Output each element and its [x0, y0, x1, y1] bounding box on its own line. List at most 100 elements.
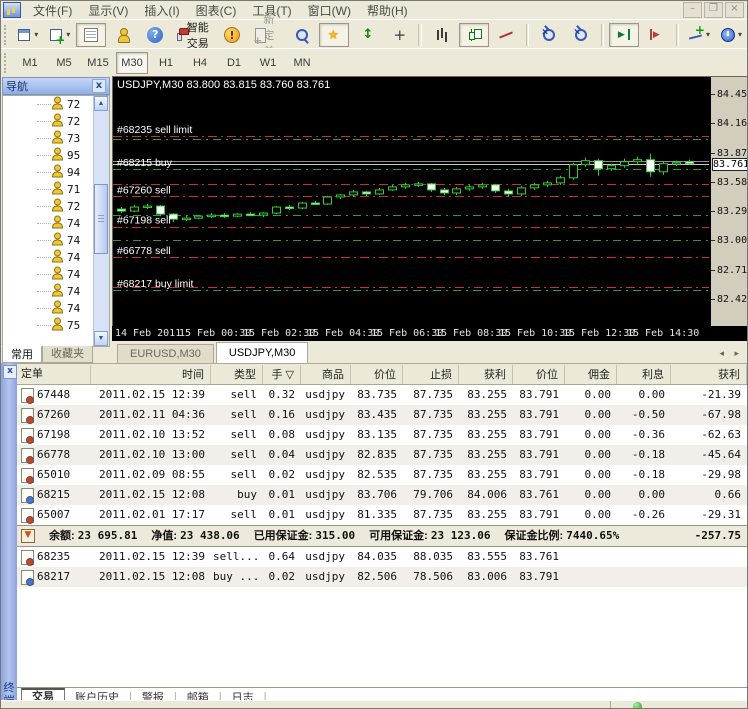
account-number: 75: [67, 319, 81, 332]
alert-button[interactable]: [217, 23, 247, 47]
tree-connector: [37, 290, 51, 293]
zoom-out-button[interactable]: [566, 23, 596, 47]
order-row-68235[interactable]: 68235 2011.02.15 12:39 sell... 0.64 usdjpy 84…: [17, 547, 747, 567]
candlestick-button[interactable]: [458, 22, 489, 47]
order-row-67260[interactable]: 67260 2011.02.11 04:36 sell 0.16 usdjpy 83.43…: [17, 405, 747, 425]
account-number: 74: [67, 285, 81, 298]
favorites-button[interactable]: [319, 22, 350, 47]
restore-button[interactable]: ❐: [704, 2, 723, 18]
timeframe-grip[interactable]: [4, 53, 10, 73]
menu-item-w[interactable]: 窗口(W): [300, 1, 359, 20]
column-header-7[interactable]: 获利: [459, 364, 513, 384]
timeframe-button-h4[interactable]: H4: [184, 52, 216, 74]
new-chart-button[interactable]: ▾: [12, 23, 42, 47]
zoom-in-button[interactable]: [534, 23, 564, 47]
column-header-0[interactable]: 定单: [17, 364, 91, 384]
market-watch-button[interactable]: [76, 22, 107, 47]
auto-trading-button[interactable]: [351, 23, 381, 47]
navigator-close-icon[interactable]: x: [92, 79, 106, 93]
column-header-1[interactable]: 时间: [91, 364, 211, 384]
order-row-66778[interactable]: 66778 2011.02.10 13:00 sell 0.04 usdjpy 82.83…: [17, 445, 747, 465]
order-row-68217[interactable]: 68217 2011.02.15 12:08 buy ... 0.02 usdjpy 82…: [17, 567, 747, 587]
line-chart-button[interactable]: [491, 23, 521, 47]
navigator-tab-common[interactable]: 常用: [2, 346, 42, 363]
column-header-8[interactable]: 价位: [513, 364, 565, 384]
column-header-9[interactable]: 佣金: [565, 364, 617, 384]
column-header-4[interactable]: 商品: [301, 364, 351, 384]
timeframe-button-m1[interactable]: M1: [14, 52, 46, 74]
time-axis[interactable]: 14 Feb 2011 15 Feb 00:30 15 Feb 02:30 15 Fe…: [112, 326, 747, 342]
crosshair-button[interactable]: [383, 23, 413, 47]
menu-item-f[interactable]: 文件(F): [25, 1, 80, 20]
cell-time: 2011.02.10 13:00: [99, 448, 205, 461]
time-axis-label: 15 Feb 04:30: [307, 328, 380, 339]
cell-sl: 79.706: [413, 488, 453, 501]
cell-lots: 0.08: [268, 428, 296, 441]
timeframe-button-d1[interactable]: D1: [218, 52, 250, 74]
timeframe-button-m15[interactable]: M15: [82, 52, 114, 74]
profiles-button[interactable]: ▾: [44, 23, 74, 47]
order-line-label: #66778 sell: [117, 245, 171, 257]
order-row-65007[interactable]: 65007 2011.02.01 17:17 sell 0.01 usdjpy 81.33…: [17, 505, 747, 525]
indicators-button[interactable]: ▾: [684, 23, 714, 47]
bar-chart-button[interactable]: [427, 23, 457, 47]
chart-shift-button[interactable]: [641, 23, 671, 47]
chevron-down-icon[interactable]: ▾: [706, 30, 710, 39]
toolbar-grip[interactable]: [4, 24, 8, 45]
periods-button[interactable]: ▾: [716, 23, 746, 47]
order-row-65010[interactable]: 65010 2011.02.09 08:55 sell 0.02 usdjpy 82.53…: [17, 465, 747, 485]
column-header-5[interactable]: 价位: [351, 364, 403, 384]
scroll-down-icon[interactable]: ▼: [94, 331, 108, 346]
order-row-67198[interactable]: 67198 2011.02.10 13:52 sell 0.08 usdjpy 83.13…: [17, 425, 747, 445]
expert-advisors-button[interactable]: 智能交易: [172, 22, 215, 50]
strategy-tester-button[interactable]: [287, 23, 317, 47]
account-person-icon: [51, 96, 64, 113]
close-button[interactable]: ×: [725, 2, 744, 18]
timeframe-button-m5[interactable]: M5: [48, 52, 80, 74]
order-row-67448[interactable]: 67448 2011.02.15 12:39 sell 0.32 usdjpy 83.73…: [17, 385, 747, 405]
account-person-icon: [51, 130, 64, 147]
sell-order-icon: [21, 407, 34, 424]
chart-tab-scroll-arrows[interactable]: ◂ ▸: [719, 348, 743, 359]
timeframe-button-mn[interactable]: MN: [286, 52, 318, 74]
minimize-button[interactable]: –: [683, 2, 702, 18]
timeframe-button-w1[interactable]: W1: [252, 52, 284, 74]
column-header-10[interactable]: 利息: [617, 364, 671, 384]
order-row-68215[interactable]: 68215 2011.02.15 12:08 buy 0.01 usdjpy 83.706…: [17, 485, 747, 505]
tree-connector: [37, 103, 51, 106]
chart-tab-strip: EURUSD,M30 USDJPY,M30 ◂ ▸: [111, 341, 747, 363]
auto-scroll-button[interactable]: [608, 22, 639, 47]
menu-item-i[interactable]: 插入(I): [136, 1, 187, 20]
navigator-scrollbar[interactable]: ▲ ▼: [93, 96, 109, 346]
bar-chart-icon: [434, 27, 450, 43]
navigator-button[interactable]: [140, 23, 170, 47]
menu-item-h[interactable]: 帮助(H): [359, 1, 416, 20]
price-axis[interactable]: 83.761 84.450 84.160 83.870 83.580 83.290 83.…: [711, 76, 747, 328]
column-header-2[interactable]: 类型: [211, 364, 263, 384]
navigator-tab-favorites[interactable]: 收藏夹: [42, 346, 93, 363]
data-window-button[interactable]: [108, 23, 138, 47]
column-header-11[interactable]: 获利: [671, 364, 747, 384]
chevron-down-icon[interactable]: ▾: [738, 30, 742, 39]
timeframe-button-m30[interactable]: M30: [116, 52, 148, 74]
chart-tab-eurusd-m30[interactable]: EURUSD,M30: [117, 344, 214, 363]
column-header-6[interactable]: 止损: [403, 364, 459, 384]
scroll-up-icon[interactable]: ▲: [94, 96, 108, 111]
menu-item-v[interactable]: 显示(V): [80, 1, 136, 20]
scrollbar-thumb[interactable]: [94, 184, 108, 254]
cell-tp: 83.006: [467, 570, 507, 583]
account-person-icon: [51, 147, 64, 164]
orders-table-header: 定单 时间 类型手 ▽ 商品 价位 止损 获利 价位 佣金 利息 获利: [17, 364, 747, 385]
terminal-close-icon[interactable]: x: [3, 365, 17, 379]
chevron-down-icon[interactable]: ▾: [34, 30, 38, 39]
chevron-down-icon[interactable]: ▾: [66, 30, 70, 39]
menu-item-c[interactable]: 图表(C): [188, 1, 245, 20]
terminal-panel: x 终端 定单时间类型手 ▽商品价位止损获利价位佣金利息获利674482011.…: [1, 363, 747, 708]
chart-plot-area[interactable]: #68235 sell limit #68215 buy #67260 sell #6…: [112, 76, 712, 327]
timeframe-button-h1[interactable]: H1: [150, 52, 182, 74]
column-header-3[interactable]: 手 ▽: [263, 364, 301, 384]
navigator-tabs: 常用 收藏夹: [2, 346, 93, 363]
new-order-button[interactable]: 新定单: [249, 14, 286, 58]
chart-tab-usdjpy-m30[interactable]: USDJPY,M30: [215, 342, 309, 363]
candlestick-icon: [466, 27, 482, 43]
